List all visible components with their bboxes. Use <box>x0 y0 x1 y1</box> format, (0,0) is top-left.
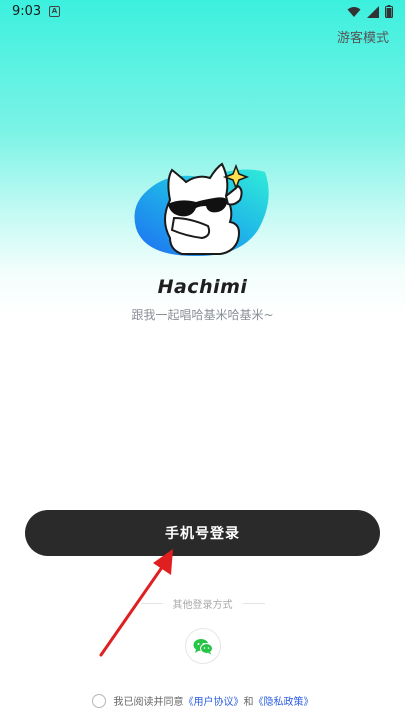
privacy-policy-link[interactable]: 《隐私政策》 <box>254 693 314 708</box>
agreement-prefix: 我已阅读并同意 <box>113 697 184 708</box>
other-login-label: 其他登录方式 <box>172 600 233 611</box>
signal-icon <box>367 5 379 18</box>
status-time: 9:03 <box>12 4 42 19</box>
notification-a-icon: A <box>49 6 60 17</box>
app-logo <box>130 160 275 260</box>
wechat-icon <box>193 638 213 654</box>
other-login-divider: 其他登录方式 <box>0 596 405 611</box>
user-agreement-link[interactable]: 《用户协议》 <box>184 693 244 708</box>
divider-left <box>140 603 163 604</box>
battery-icon <box>385 5 393 18</box>
wifi-icon <box>347 6 361 17</box>
agreement-row: 我已阅读并同意 《用户协议》 和 《隐私政策》 <box>0 693 405 708</box>
app-tagline: 跟我一起唱哈基米哈基米~ <box>131 308 274 322</box>
status-bar: 9:03 A <box>0 0 405 24</box>
guest-mode-button[interactable]: 游客模式 <box>337 27 389 46</box>
phone-login-button[interactable]: 手机号登录 <box>25 510 380 556</box>
agreement-checkbox[interactable] <box>91 693 106 708</box>
agreement-conjunction: 和 <box>243 697 254 708</box>
app-name: Hachimi <box>157 276 248 298</box>
status-icons <box>347 5 393 18</box>
wechat-login-button[interactable] <box>185 628 221 664</box>
divider-right <box>242 603 265 604</box>
